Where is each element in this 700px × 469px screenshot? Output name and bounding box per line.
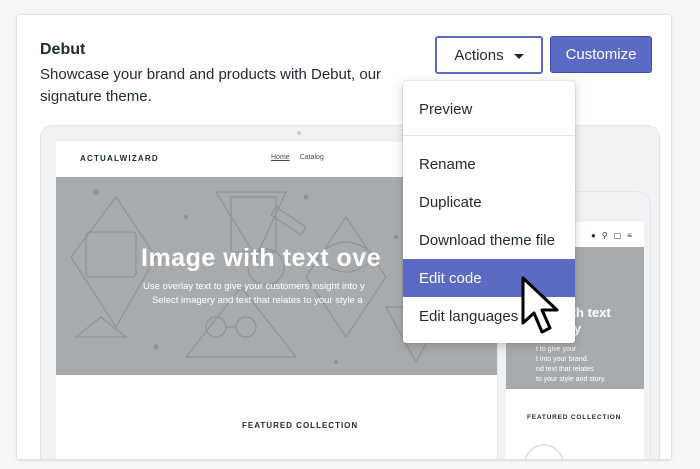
hero-title: Image with text ove bbox=[141, 244, 382, 272]
mobile-hero-sub-line-3: nd text that relates bbox=[536, 366, 594, 373]
store-logo: ACTUALWIZARD bbox=[80, 154, 159, 163]
actions-button-label: Actions bbox=[454, 46, 504, 64]
store-nav-home: Home bbox=[271, 154, 290, 161]
menu-item-preview[interactable]: Preview bbox=[403, 90, 575, 128]
store-nav: Home Catalog bbox=[271, 154, 324, 161]
mouse-cursor-icon bbox=[521, 276, 559, 334]
hero-subtitle-line-1: Use overlay text to give your customers … bbox=[143, 281, 365, 292]
mobile-hero-sub-line-4: to your style and story. bbox=[536, 376, 606, 383]
featured-collection-heading: FEATURED COLLECTION bbox=[242, 421, 359, 430]
mobile-hero-subtitle: t to give your t into your brand. nd tex… bbox=[536, 345, 606, 385]
mobile-header-icons: ● ⚲ ▢ ≡ bbox=[591, 231, 632, 240]
mobile-hero-sub-line-2: t into your brand. bbox=[536, 356, 589, 363]
caret-down-icon bbox=[513, 53, 524, 59]
search-icon: ⚲ bbox=[601, 231, 608, 240]
menu-item-rename[interactable]: Rename bbox=[403, 145, 575, 183]
theme-description: Showcase your brand and products with De… bbox=[40, 66, 382, 105]
user-icon: ● bbox=[591, 231, 596, 240]
menu-divider bbox=[403, 135, 575, 136]
menu-item-download-theme-file[interactable]: Download theme file bbox=[403, 221, 575, 259]
laptop-camera bbox=[297, 131, 301, 135]
hero-subtitle-line-2: Select imagery and text that relates to … bbox=[152, 295, 363, 306]
cart-icon: ▢ bbox=[613, 231, 622, 240]
menu-item-duplicate[interactable]: Duplicate bbox=[403, 183, 575, 221]
mobile-hero-sub-line-1: t to give your bbox=[536, 346, 577, 353]
theme-title: Debut bbox=[40, 41, 86, 58]
mobile-product-placeholder bbox=[524, 444, 564, 459]
menu-icon: ≡ bbox=[627, 231, 632, 240]
customize-button[interactable]: Customize bbox=[550, 36, 652, 73]
store-nav-catalog: Catalog bbox=[299, 154, 324, 161]
actions-button[interactable]: Actions bbox=[435, 36, 543, 74]
mobile-featured-heading: FEATURED COLLECTION bbox=[527, 414, 622, 421]
